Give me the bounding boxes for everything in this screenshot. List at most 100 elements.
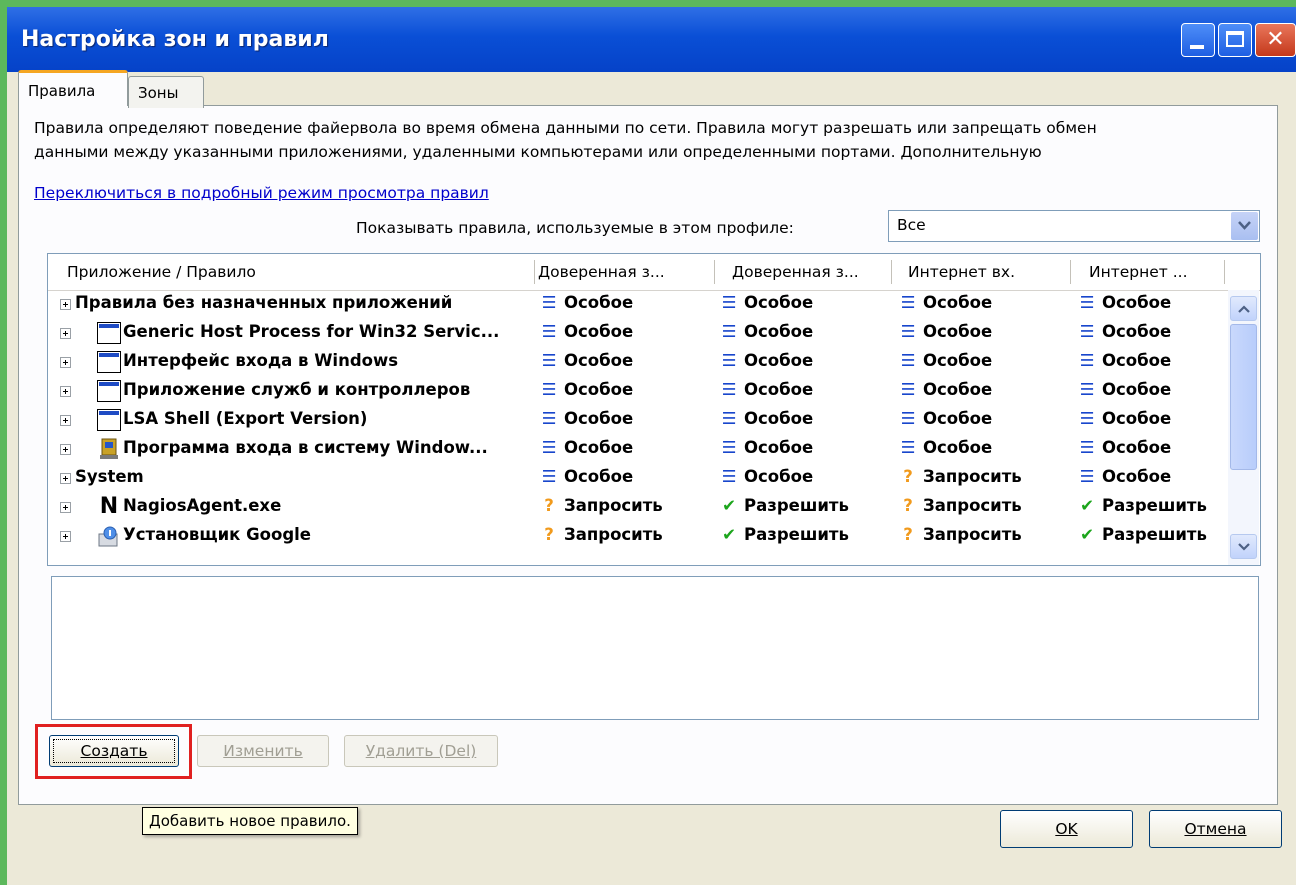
rule-cell[interactable]: ? Запросить <box>897 525 1022 544</box>
rule-cell[interactable]: ☰ Особое <box>897 380 993 399</box>
expand-icon[interactable] <box>60 299 71 310</box>
rule-cell[interactable]: ☰ Особое <box>897 322 993 341</box>
rule-cell[interactable]: ☰ Особое <box>718 293 814 312</box>
column-header-internet-out[interactable]: Интернет ... <box>1089 263 1188 281</box>
rule-value: Особое <box>923 409 993 428</box>
profile-label: Показывать правила, используемые в этом … <box>356 219 794 237</box>
rule-cell[interactable]: ☰ Особое <box>718 351 814 370</box>
tab-zones[interactable]: Зоны <box>128 76 204 108</box>
rules-table: Приложение / Правило Доверенная з... Дов… <box>47 253 1261 566</box>
delete-button-label: Удалить (Del) <box>365 742 477 760</box>
rule-cell[interactable]: ☰ Особое <box>538 409 634 428</box>
rule-cell[interactable]: ☰ Особое <box>1076 293 1172 312</box>
rule-value: Особое <box>564 380 634 399</box>
maximize-button[interactable] <box>1218 23 1252 57</box>
rule-cell[interactable]: ✔ Разрешить <box>1076 496 1207 515</box>
tab-rules[interactable]: Правила <box>18 70 128 106</box>
rule-cell[interactable]: ☰ Особое <box>897 409 993 428</box>
rule-cell[interactable]: ☰ Особое <box>718 409 814 428</box>
dropdown-button[interactable] <box>1231 212 1258 240</box>
winlogon-icon <box>97 438 121 460</box>
scroll-down-button[interactable] <box>1230 534 1257 559</box>
rule-cell[interactable]: ✔ Разрешить <box>1076 525 1207 544</box>
column-divider[interactable] <box>891 260 892 284</box>
rule-cell[interactable]: ☰ Особое <box>538 380 634 399</box>
rule-cell[interactable]: ☰ Особое <box>897 351 993 370</box>
column-header-application[interactable]: Приложение / Правило <box>67 263 256 281</box>
rule-cell[interactable]: ✔ Разрешить <box>718 525 849 544</box>
expand-icon[interactable] <box>60 415 71 426</box>
rule-details-pane <box>51 576 1259 720</box>
description-line: Правила определяют поведение файервола в… <box>34 119 1097 137</box>
expand-icon[interactable] <box>60 502 71 513</box>
expand-icon[interactable] <box>60 357 71 368</box>
rule-cell[interactable]: ☰ Особое <box>718 467 814 486</box>
scrollbar-thumb[interactable] <box>1230 324 1257 470</box>
application-name: NagiosAgent.exe <box>123 496 282 515</box>
rule-cell[interactable]: ☰ Особое <box>897 293 993 312</box>
column-header-trusted-out[interactable]: Доверенная з... <box>732 263 859 281</box>
table-row[interactable]: Программа входа в систему Window... ☰ Осо… <box>48 435 1228 464</box>
rule-cell[interactable]: ☰ Особое <box>538 322 634 341</box>
table-row[interactable]: Приложение служб и контроллеров ☰ Особое … <box>48 377 1228 406</box>
rule-cell[interactable]: ☰ Особое <box>718 438 814 457</box>
edit-button[interactable]: Изменить <box>197 735 329 767</box>
ok-button[interactable]: OK <box>1000 810 1133 848</box>
expand-icon[interactable] <box>60 386 71 397</box>
expand-icon[interactable] <box>60 444 71 455</box>
application-name: Generic Host Process for Win32 Servic... <box>123 322 500 341</box>
checkmark-icon: ✔ <box>722 496 736 515</box>
title-bar[interactable]: Настройка зон и правил ✕ <box>7 7 1296 72</box>
rule-cell[interactable]: ☰ Особое <box>1076 380 1172 399</box>
expand-icon[interactable] <box>60 531 71 542</box>
rule-cell[interactable]: ✔ Разрешить <box>718 496 849 515</box>
detail-view-link[interactable]: Переключиться в подробный режим просмотр… <box>34 184 489 202</box>
rule-cell[interactable]: ☰ Особое <box>1076 467 1172 486</box>
table-row[interactable]: LSA Shell (Export Version) ☰ Особое ☰ Особ… <box>48 406 1228 435</box>
rule-cell[interactable]: ? Запросить <box>897 496 1022 515</box>
column-divider[interactable] <box>534 260 535 284</box>
rule-value: Особое <box>1102 293 1172 312</box>
column-divider[interactable] <box>714 260 715 284</box>
close-button[interactable]: ✕ <box>1255 23 1296 57</box>
rule-cell[interactable]: ☰ Особое <box>538 467 634 486</box>
maximize-icon <box>1226 31 1244 47</box>
rule-cell[interactable]: ☰ Особое <box>1076 438 1172 457</box>
vertical-scrollbar[interactable] <box>1228 290 1259 565</box>
cancel-button[interactable]: Отмена <box>1149 810 1282 848</box>
rule-value: Особое <box>923 293 993 312</box>
rule-cell[interactable]: ☰ Особое <box>897 438 993 457</box>
column-header-trusted-in[interactable]: Доверенная з... <box>538 263 665 281</box>
rule-cell[interactable]: ☰ Особое <box>1076 409 1172 428</box>
rule-cell[interactable]: ☰ Особое <box>1076 322 1172 341</box>
table-row[interactable]: Интерфейс входа в Windows ☰ Особое ☰ Особо… <box>48 348 1228 377</box>
rule-cell[interactable]: ? Запросить <box>538 525 663 544</box>
rule-value: Особое <box>564 322 634 341</box>
expand-icon[interactable] <box>60 473 71 484</box>
table-row[interactable]: System ☰ Особое ☰ Особое ? Запросить ☰ Особо… <box>48 464 1228 493</box>
rule-cell[interactable]: ☰ Особое <box>538 293 634 312</box>
expand-icon[interactable] <box>60 328 71 339</box>
rule-cell[interactable]: ☰ Особое <box>1076 351 1172 370</box>
profile-select[interactable]: Все <box>888 210 1260 242</box>
rule-value: Особое <box>564 351 634 370</box>
outer-frame-left <box>0 0 7 885</box>
lines-icon: ☰ <box>721 380 737 399</box>
column-divider[interactable] <box>1070 260 1071 284</box>
table-row[interactable]: Установщик Google ? Запросить ✔ Разрешить … <box>48 522 1228 551</box>
rule-cell[interactable]: ☰ Особое <box>718 380 814 399</box>
column-header-internet-in[interactable]: Интернет вх. <box>908 263 1015 281</box>
scroll-up-button[interactable] <box>1230 296 1257 321</box>
delete-button[interactable]: Удалить (Del) <box>344 735 498 767</box>
table-row[interactable]: Generic Host Process for Win32 Servic...… <box>48 319 1228 348</box>
rule-cell[interactable]: ? Запросить <box>897 467 1022 486</box>
lines-icon: ☰ <box>541 438 557 457</box>
minimize-button[interactable] <box>1181 23 1215 57</box>
column-divider[interactable] <box>1224 260 1225 284</box>
rule-cell[interactable]: ☰ Особое <box>538 438 634 457</box>
table-row[interactable]: Правила без назначенных приложений ☰ Особ… <box>48 290 1228 319</box>
rule-cell[interactable]: ☰ Особое <box>718 322 814 341</box>
rule-cell[interactable]: ? Запросить <box>538 496 663 515</box>
table-row[interactable]: N NagiosAgent.exe ? Запросить ✔ Разрешить … <box>48 493 1228 522</box>
rule-cell[interactable]: ☰ Особое <box>538 351 634 370</box>
